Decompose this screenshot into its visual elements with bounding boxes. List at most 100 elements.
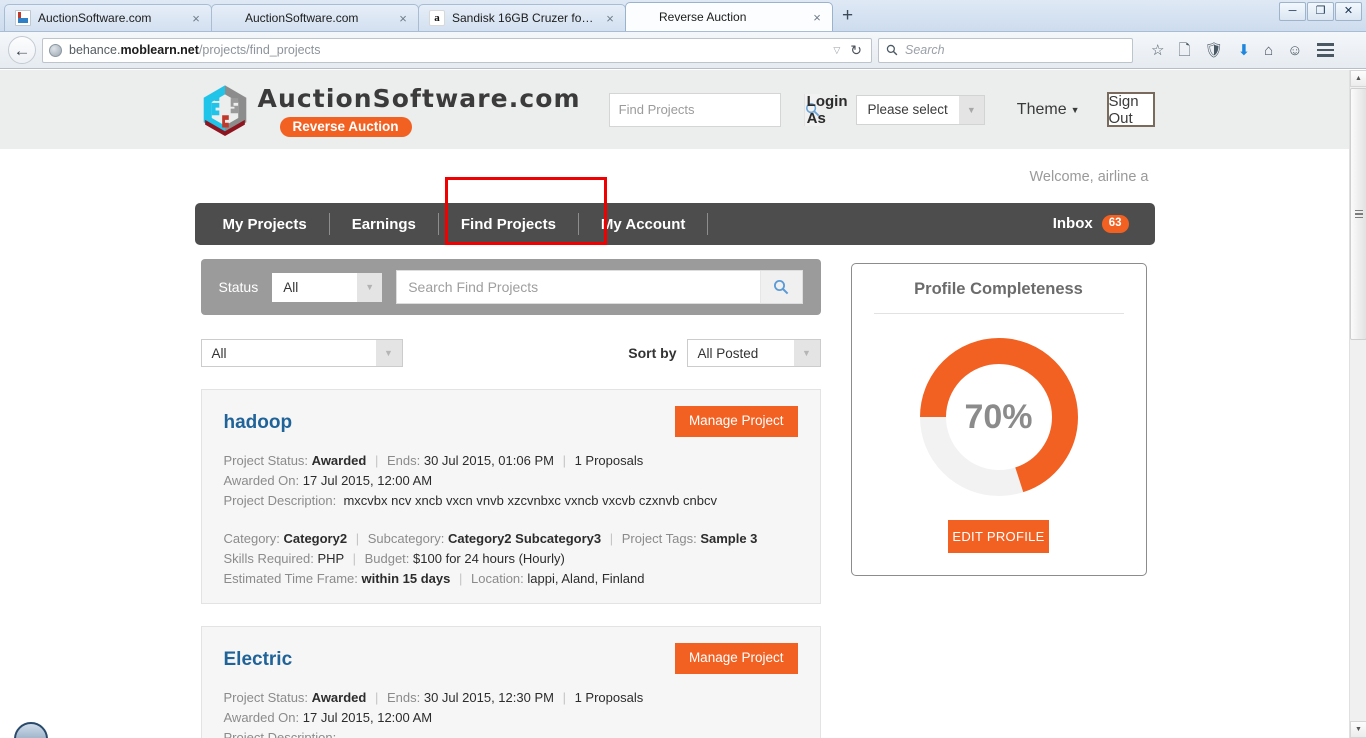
close-window-icon[interactable]: ✕ [1335, 2, 1362, 21]
site-logo[interactable]: AuctionSoftware.com Reverse Auction [201, 82, 581, 137]
project-ends-label: Ends: [386, 689, 421, 705]
chevron-down-icon[interactable]: ▽ [833, 45, 840, 56]
tab-title: Sandisk 16GB Cruzer force ... [452, 11, 596, 25]
reader-icon[interactable]: 🗋 [1178, 43, 1190, 58]
url-text: behance.moblearn.net/projects/find_proje… [69, 43, 826, 57]
category-select[interactable]: All ▼ [200, 339, 403, 367]
site-header: AuctionSoftware.com Reverse Auction Logi… [0, 70, 1349, 149]
project-timeframe-label: Estimated Time Frame: [223, 570, 358, 586]
nav-item-inbox[interactable]: Inbox 63 [1053, 215, 1155, 233]
theme-label: Theme [1016, 100, 1067, 118]
project-status-line: Project Status: Awarded | Ends: 30 Jul 2… [223, 689, 644, 705]
scroll-up-icon[interactable]: ▲ [1350, 70, 1366, 87]
page-scrollbar[interactable]: ▲ ▼ [1349, 70, 1366, 738]
tab-close-icon[interactable]: × [396, 12, 410, 25]
find-projects-search-button[interactable] [759, 271, 802, 303]
download-icon[interactable]: ⬇ [1238, 43, 1251, 58]
nav-item-earnings[interactable]: Earnings [330, 203, 438, 245]
project-location-label: Location: [471, 570, 524, 586]
login-as-value: Please select [867, 102, 948, 117]
project-status-label: Project Status: [223, 452, 309, 468]
project-status-value: Awarded [311, 689, 367, 705]
star-icon[interactable]: ☆ [1151, 43, 1164, 58]
shield-icon[interactable]: 🛡 [1205, 43, 1224, 58]
find-projects-search[interactable] [396, 270, 803, 304]
project-proposals: 1 Proposals [574, 689, 644, 705]
theme-menu[interactable]: Theme ▼ [1017, 101, 1080, 119]
reload-icon[interactable]: ↻ [847, 42, 865, 59]
status-select[interactable]: All ▼ [272, 272, 383, 302]
chevron-down-icon: ▼ [958, 95, 984, 124]
inbox-count-badge: 63 [1101, 215, 1129, 233]
nav-item-find-projects[interactable]: Find Projects [439, 203, 578, 245]
page-viewport: AuctionSoftware.com Reverse Auction Logi… [0, 70, 1366, 738]
chat-widget-icon[interactable] [14, 722, 48, 738]
header-search-input[interactable] [609, 102, 804, 117]
browser-tab-3[interactable]: a Sandisk 16GB Cruzer force ... × [418, 4, 626, 31]
tab-close-icon[interactable]: × [603, 12, 617, 25]
browser-search-placeholder: Search [905, 43, 945, 57]
tab-close-icon[interactable]: × [810, 11, 824, 24]
login-as-select[interactable]: Please select ▼ [855, 94, 985, 125]
nav-item-my-projects[interactable]: My Projects [201, 203, 329, 245]
chevron-down-icon: ▼ [375, 340, 402, 366]
projects-column: Status All ▼ Search Find Projects All ▼ … [200, 259, 821, 738]
address-bar[interactable]: behance.moblearn.net/projects/find_proje… [42, 37, 872, 63]
project-location-value: lappi, Aland, Finland [527, 570, 645, 586]
scroll-down-icon[interactable]: ▼ [1350, 721, 1366, 738]
project-title[interactable]: hadoop [224, 406, 293, 434]
project-description-line: Project Description: [224, 728, 798, 738]
project-skills-label: Skills Required: [223, 550, 314, 566]
browser-tab-1[interactable]: AuctionSoftware.com × [4, 4, 212, 31]
welcome-message: Welcome, airline a [1029, 169, 1149, 185]
toolbar-icons: ☆ 🗋 🛡 ⬇ ⌂ ☺ [1139, 43, 1334, 58]
auctionsoftware-icon [15, 10, 31, 26]
manage-project-button[interactable]: Manage Project [674, 406, 798, 437]
sign-out-button[interactable]: Sign Out [1106, 92, 1155, 127]
project-tags-value: Sample 3 [700, 530, 758, 546]
tab-close-icon[interactable]: × [189, 12, 203, 25]
project-title[interactable]: Electric [224, 643, 293, 671]
project-awarded-line: Awarded On: 17 Jul 2015, 12:00 AM [224, 708, 798, 728]
browser-window: AuctionSoftware.com × AuctionSoftware.co… [0, 0, 1366, 738]
home-icon[interactable]: ⌂ [1264, 43, 1273, 58]
menu-icon[interactable] [1316, 43, 1334, 57]
browser-toolbar: ← behance.moblearn.net/projects/find_pro… [0, 32, 1366, 69]
inbox-label: Inbox [1052, 215, 1093, 233]
sort-by-select[interactable]: All Posted ▼ [686, 339, 821, 367]
url-domain: moblearn.net [120, 43, 199, 57]
globe-icon [49, 43, 62, 57]
new-tab-button[interactable]: + [832, 6, 863, 28]
edit-profile-button[interactable]: EDIT PROFILE [948, 520, 1049, 553]
project-skills-line: Skills Required: PHP | Budget: $100 for … [223, 550, 565, 566]
project-description-label: Project Description: [223, 492, 337, 508]
login-as-label: Login As [806, 92, 848, 127]
manage-project-button[interactable]: Manage Project [674, 642, 798, 674]
blank-icon [636, 9, 652, 25]
window-controls: ─ ❐ ✕ [1279, 2, 1362, 21]
project-status-label: Project Status: [223, 689, 309, 705]
project-status-line: Project Status: Awarded | Ends: 30 Jul 2… [223, 452, 644, 468]
scrollbar-thumb[interactable] [1350, 88, 1366, 340]
nav-item-my-account[interactable]: My Account [579, 203, 707, 245]
browser-tab-2[interactable]: AuctionSoftware.com × [211, 4, 419, 31]
browser-search-box[interactable]: Search [878, 37, 1133, 63]
profile-completeness-donut: 70% [918, 336, 1080, 498]
blank-icon [222, 10, 238, 26]
find-projects-search-input[interactable] [397, 271, 760, 303]
project-category-label: Category: [223, 530, 280, 546]
status-label: Status [218, 279, 259, 295]
minimize-icon[interactable]: ─ [1279, 2, 1306, 21]
header-find-projects-search[interactable] [608, 92, 820, 127]
tab-title: Reverse Auction [659, 10, 747, 24]
chat-icon[interactable]: ☺ [1287, 43, 1302, 58]
url-prefix: behance. [69, 43, 121, 57]
sidebar-column: Profile Completeness 70% EDIT PROFILE [850, 259, 1147, 576]
project-ends-value: 30 Jul 2015, 12:30 PM [423, 689, 554, 705]
browser-tab-4[interactable]: Reverse Auction × [625, 2, 833, 31]
back-icon[interactable]: ← [8, 36, 36, 64]
main-nav: My Projects Earnings Find Projects My Ac… [194, 177, 1155, 245]
project-status-value: Awarded [311, 452, 367, 468]
project-subcategory-label: Subcategory: [367, 530, 445, 546]
restore-icon[interactable]: ❐ [1307, 2, 1334, 21]
